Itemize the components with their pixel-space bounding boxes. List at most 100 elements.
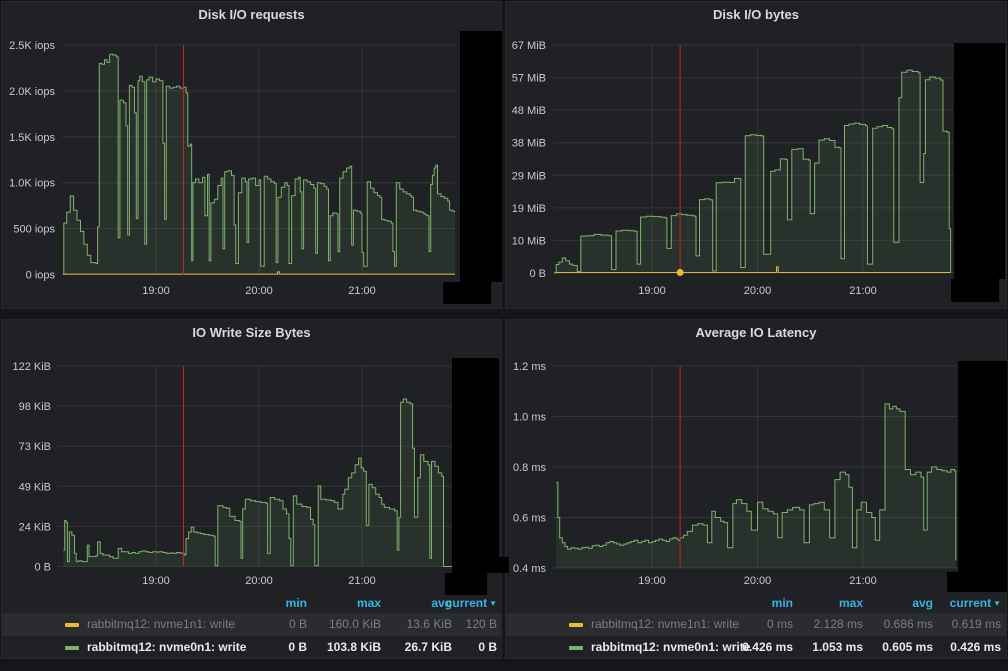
x-axis-tick-label: 19:00 [142, 575, 170, 587]
x-axis-tick-label: 21:00 [849, 575, 877, 587]
y-axis-tick-label: 2.0K iops [9, 86, 55, 98]
y-axis-tick-label: 48 MiB [512, 105, 546, 117]
legend-row-nvme0n1: rabbitmq12: nvme0n1: write 0 B 103.8 KiB… [2, 636, 501, 659]
redaction-box [443, 282, 491, 304]
x-axis-tick-label: 21:00 [348, 575, 376, 587]
y-axis-tick-label: 0.8 ms [513, 462, 547, 474]
legend-current-value: 0.426 ms [950, 636, 1001, 659]
legend-header-max[interactable]: max [357, 596, 381, 610]
panel-title-disk-io-requests[interactable]: Disk I/O requests [2, 2, 501, 28]
legend-header-current[interactable]: current▼ [446, 596, 497, 610]
redaction-box [452, 557, 509, 573]
legend-header-avg[interactable]: avg [912, 596, 933, 610]
legend-io-write-size: min max avg current▼ rabbitmq12: nvme1n1… [2, 596, 501, 659]
series-name-nvme0n1[interactable]: rabbitmq12: nvme0n1: write [87, 636, 246, 659]
legend-header-current-label: current [446, 596, 487, 610]
legend-avg-value: 0.605 ms [882, 636, 933, 659]
series-name-nvme1n1[interactable]: rabbitmq12: nvme1n1: write [87, 613, 235, 636]
legend-min-value: 0.426 ms [742, 636, 793, 659]
y-axis-tick-label: 0.6 ms [513, 513, 547, 525]
series-fill [554, 70, 950, 273]
y-axis-tick-label: 29 MiB [512, 170, 546, 182]
legend-max-value: 1.053 ms [812, 636, 863, 659]
y-axis-tick-label: 0 iops [26, 270, 56, 282]
x-axis-tick-label: 19:00 [638, 285, 666, 297]
y-axis-tick-label: 0.4 ms [513, 563, 547, 575]
legend-min-value: 0 B [289, 613, 307, 636]
redaction-box [951, 279, 999, 302]
y-axis-tick-label: 122 KiB [12, 361, 51, 373]
legend-header-row: min max avg current▼ [2, 596, 501, 613]
legend-header-current[interactable]: current▼ [950, 596, 1001, 610]
chart-disk-io-bytes[interactable]: 0 B10 MiB19 MiB29 MiB38 MiB48 MiB57 MiB6… [506, 2, 1006, 308]
panel-io-write-size: 0 B 24 KiB 49 KiB 73 KiB 98 KiB 122 KiB 19:00 2… [1, 319, 502, 659]
legend-max-value: 103.8 KiB [327, 636, 381, 659]
y-axis-tick-label: 73 KiB [19, 441, 51, 453]
legend-min-value: 0 ms [767, 613, 793, 636]
panel-title-io-write-size[interactable]: IO Write Size Bytes [2, 320, 501, 346]
legend-max-value: 160.0 KiB [329, 613, 381, 636]
y-axis-tick-label: 1.0K iops [9, 178, 55, 190]
legend-header-min[interactable]: min [286, 596, 307, 610]
chart-disk-io-requests[interactable]: 0 iops 500 iops 1.0K iops 1.5K iops 2.0K iop… [2, 2, 501, 308]
chart-io-write-size[interactable]: 0 B 24 KiB 49 KiB 73 KiB 98 KiB 122 KiB 19:00 2… [2, 320, 501, 595]
legend-header-min[interactable]: min [772, 596, 793, 610]
redaction-box [452, 358, 499, 557]
redaction-box [445, 573, 487, 595]
x-axis-tick-label: 19:00 [142, 285, 170, 297]
series-name-nvme0n1[interactable]: rabbitmq12: nvme0n1: write [591, 636, 750, 659]
x-axis-tick-label: 20:00 [744, 285, 772, 297]
panel-title-avg-io-latency[interactable]: Average IO Latency [506, 320, 1006, 346]
legend-avg-value: 26.7 KiB [405, 636, 452, 659]
x-axis-tick-label: 20:00 [744, 575, 772, 587]
y-axis-tick-label: 2.5K iops [9, 40, 55, 52]
legend-max-value: 2.128 ms [814, 613, 863, 636]
legend-row-nvme1n1: rabbitmq12: nvme1n1: write 0 ms 2.128 ms… [506, 613, 1006, 636]
legend-avg-value: 0.686 ms [884, 613, 933, 636]
legend-row-nvme1n1: rabbitmq12: nvme1n1: write 0 B 160.0 KiB… [2, 613, 501, 636]
y-axis-tick-label: 1.0 ms [513, 412, 547, 424]
y-axis-tick-label: 0 B [34, 562, 51, 574]
panel-avg-io-latency: 0.4 ms 0.6 ms 0.8 ms 1.0 ms 1.2 ms 19:00 20:00… [505, 319, 1007, 659]
panel-title-disk-io-bytes[interactable]: Disk I/O bytes [506, 2, 1006, 28]
chart-avg-io-latency[interactable]: 0.4 ms 0.6 ms 0.8 ms 1.0 ms 1.2 ms 19:00 20:00… [506, 320, 1006, 595]
y-axis-tick-label: 38 MiB [512, 138, 546, 150]
series-swatch-nvme1n1[interactable] [65, 623, 79, 627]
legend-current-value: 120 B [466, 613, 497, 636]
y-axis-tick-label: 98 KiB [19, 401, 51, 413]
x-axis-tick-label: 21:00 [348, 285, 376, 297]
redaction-box [958, 361, 1007, 572]
legend-avg-value: 13.6 KiB [407, 613, 452, 636]
y-axis-tick-label: 67 MiB [512, 40, 546, 52]
event-marker-dot[interactable] [677, 269, 683, 275]
y-axis-tick-label: 10 MiB [512, 235, 546, 247]
panel-disk-io-requests: 0 iops 500 iops 1.0K iops 1.5K iops 2.0K iop… [1, 1, 502, 309]
x-axis-tick-label: 19:00 [638, 575, 666, 587]
y-axis-tick-label: 19 MiB [512, 203, 546, 215]
x-axis-tick-label: 20:00 [245, 575, 273, 587]
y-axis-tick-label: 1.5K iops [9, 132, 55, 144]
legend-row-nvme0n1: rabbitmq12: nvme0n1: write 0.426 ms 1.05… [506, 636, 1006, 659]
legend-min-value: 0 B [288, 636, 307, 659]
y-axis-tick-label: 57 MiB [512, 73, 546, 85]
y-axis-tick-label: 24 KiB [19, 521, 51, 533]
y-axis-tick-label: 500 iops [13, 224, 55, 236]
legend-avg-io-latency: min max avg current▼ rabbitmq12: nvme1n1… [506, 596, 1006, 659]
series-swatch-nvme0n1[interactable] [65, 646, 79, 650]
redaction-box [947, 572, 1007, 592]
legend-header-row: min max avg current▼ [506, 596, 1006, 613]
panel-disk-io-bytes: 0 B10 MiB19 MiB29 MiB38 MiB48 MiB57 MiB6… [505, 1, 1007, 309]
y-axis-tick-label: 1.2 ms [513, 361, 547, 373]
x-axis-tick-label: 21:00 [849, 285, 877, 297]
series-name-nvme1n1[interactable]: rabbitmq12: nvme1n1: write [591, 613, 739, 636]
series-swatch-nvme1n1[interactable] [569, 623, 583, 627]
series-swatch-nvme0n1[interactable] [569, 646, 583, 650]
legend-header-max[interactable]: max [839, 596, 863, 610]
redaction-box [460, 31, 502, 282]
legend-current-value: 0.619 ms [952, 613, 1001, 636]
y-axis-tick-label: 49 KiB [19, 481, 51, 493]
redaction-box [954, 43, 1005, 279]
sort-desc-icon: ▼ [489, 599, 497, 608]
sort-desc-icon: ▼ [993, 599, 1001, 608]
legend-current-value: 0 B [478, 636, 497, 659]
